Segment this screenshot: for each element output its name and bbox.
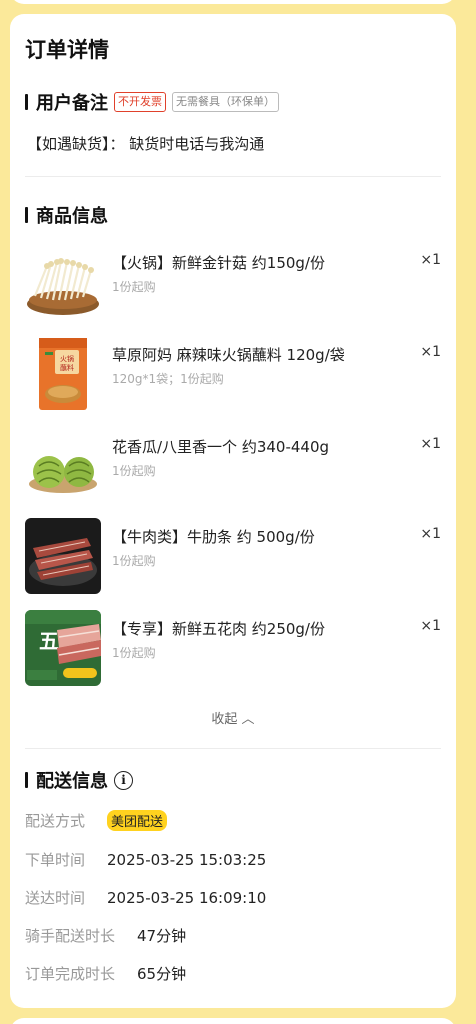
hotpot-sauce-packet-image: 火锅 蘸料: [25, 336, 101, 412]
product-quantity: ×1: [420, 618, 441, 634]
section-bar: [25, 772, 28, 788]
arrive-time-value: 2025-03-25 16:09:10: [107, 888, 267, 907]
svg-text:五: 五: [39, 629, 59, 653]
rider-duration-row: 骑手配送时长 47分钟: [25, 925, 186, 946]
complete-duration-label: 订单完成时长: [25, 965, 116, 983]
product-name: 草原阿妈 麻辣味火锅蘸料 120g/袋: [112, 346, 345, 364]
order-time-value: 2025-03-25 15:03:25: [107, 850, 267, 869]
product-item[interactable]: 花香瓜/八里香一个 约340-440g 1份起购 ×1: [25, 428, 441, 506]
melon-image: [25, 428, 101, 504]
product-item[interactable]: 五 【专享】新鲜五花肉 约250g/份 1份起购 ×1: [25, 610, 441, 688]
previous-card-edge: [10, 0, 456, 4]
beef-rib-strips-image: [25, 518, 101, 594]
pork-belly-image: 五: [25, 610, 101, 686]
arrive-time-label: 送达时间: [25, 889, 86, 907]
delivery-method-badge: 美团配送: [107, 810, 168, 831]
product-quantity: ×1: [420, 344, 441, 360]
arrive-time-row: 送达时间 2025-03-25 16:09:10: [25, 887, 266, 908]
next-card-edge: [10, 1018, 456, 1024]
product-item[interactable]: 【牛肉类】牛肋条 约 500g/份 1份起购 ×1: [25, 518, 441, 596]
product-quantity: ×1: [420, 252, 441, 268]
product-quantity: ×1: [420, 526, 441, 542]
section-bar: [25, 207, 28, 223]
remarks-heading: 用户备注 不开发票 无需餐具（环保单）: [25, 89, 279, 115]
svg-text:火锅: 火锅: [60, 354, 74, 363]
no-invoice-tag: 不开发票: [114, 92, 166, 112]
remark-note: 【如遇缺货】： 缺货时电话与我沟通: [27, 135, 265, 153]
divider: [25, 176, 441, 177]
rider-duration-value: 47分钟: [137, 927, 187, 945]
page-title: 订单详情: [25, 38, 109, 62]
products-heading: 商品信息: [25, 202, 108, 228]
order-detail-card: 订单详情 用户备注 不开发票 无需餐具（环保单） 【如遇缺货】： 缺货时电话与我…: [10, 14, 456, 1008]
products-heading-label: 商品信息: [36, 206, 108, 227]
product-min-purchase: 1份起购: [112, 464, 156, 478]
delivery-method-label: 配送方式: [25, 812, 86, 830]
product-min-purchase: 1份起购: [112, 646, 156, 660]
rider-duration-label: 骑手配送时长: [25, 927, 116, 945]
divider: [25, 748, 441, 749]
product-item[interactable]: 【火锅】新鲜金针菇 约150g/份 1份起购 ×1: [25, 244, 441, 322]
svg-text:蘸料: 蘸料: [60, 363, 74, 372]
delivery-heading: 配送信息 i: [25, 767, 133, 793]
order-time-row: 下单时间 2025-03-25 15:03:25: [25, 849, 266, 870]
product-name: 花香瓜/八里香一个 约340-440g: [112, 438, 330, 456]
no-utensils-tag: 无需餐具（环保单）: [172, 92, 279, 112]
product-item[interactable]: 火锅 蘸料 草原阿妈 麻辣味火锅蘸料 120g/袋 120g*1袋；1份起购 ×…: [25, 336, 441, 414]
delivery-heading-label: 配送信息: [36, 771, 108, 792]
product-quantity: ×1: [420, 436, 441, 452]
product-name: 【专享】新鲜五花肉 约250g/份: [112, 620, 325, 638]
info-icon[interactable]: i: [114, 770, 133, 790]
complete-duration-row: 订单完成时长 65分钟: [25, 963, 186, 984]
product-name: 【牛肉类】牛肋条 约 500g/份: [112, 528, 315, 546]
delivery-method-row: 配送方式 美团配送: [25, 810, 168, 831]
product-spec: 120g*1袋；1份起购: [112, 372, 224, 386]
section-bar: [25, 94, 28, 110]
enoki-mushroom-image: [25, 244, 101, 320]
order-time-label: 下单时间: [25, 851, 86, 869]
complete-duration-value: 65分钟: [137, 965, 187, 983]
product-min-purchase: 1份起购: [112, 554, 156, 568]
remarks-heading-label: 用户备注: [36, 93, 108, 114]
product-name: 【火锅】新鲜金针菇 约150g/份: [112, 254, 325, 272]
product-min-purchase: 1份起购: [112, 280, 156, 294]
collapse-button[interactable]: 收起 ︿: [10, 708, 456, 727]
